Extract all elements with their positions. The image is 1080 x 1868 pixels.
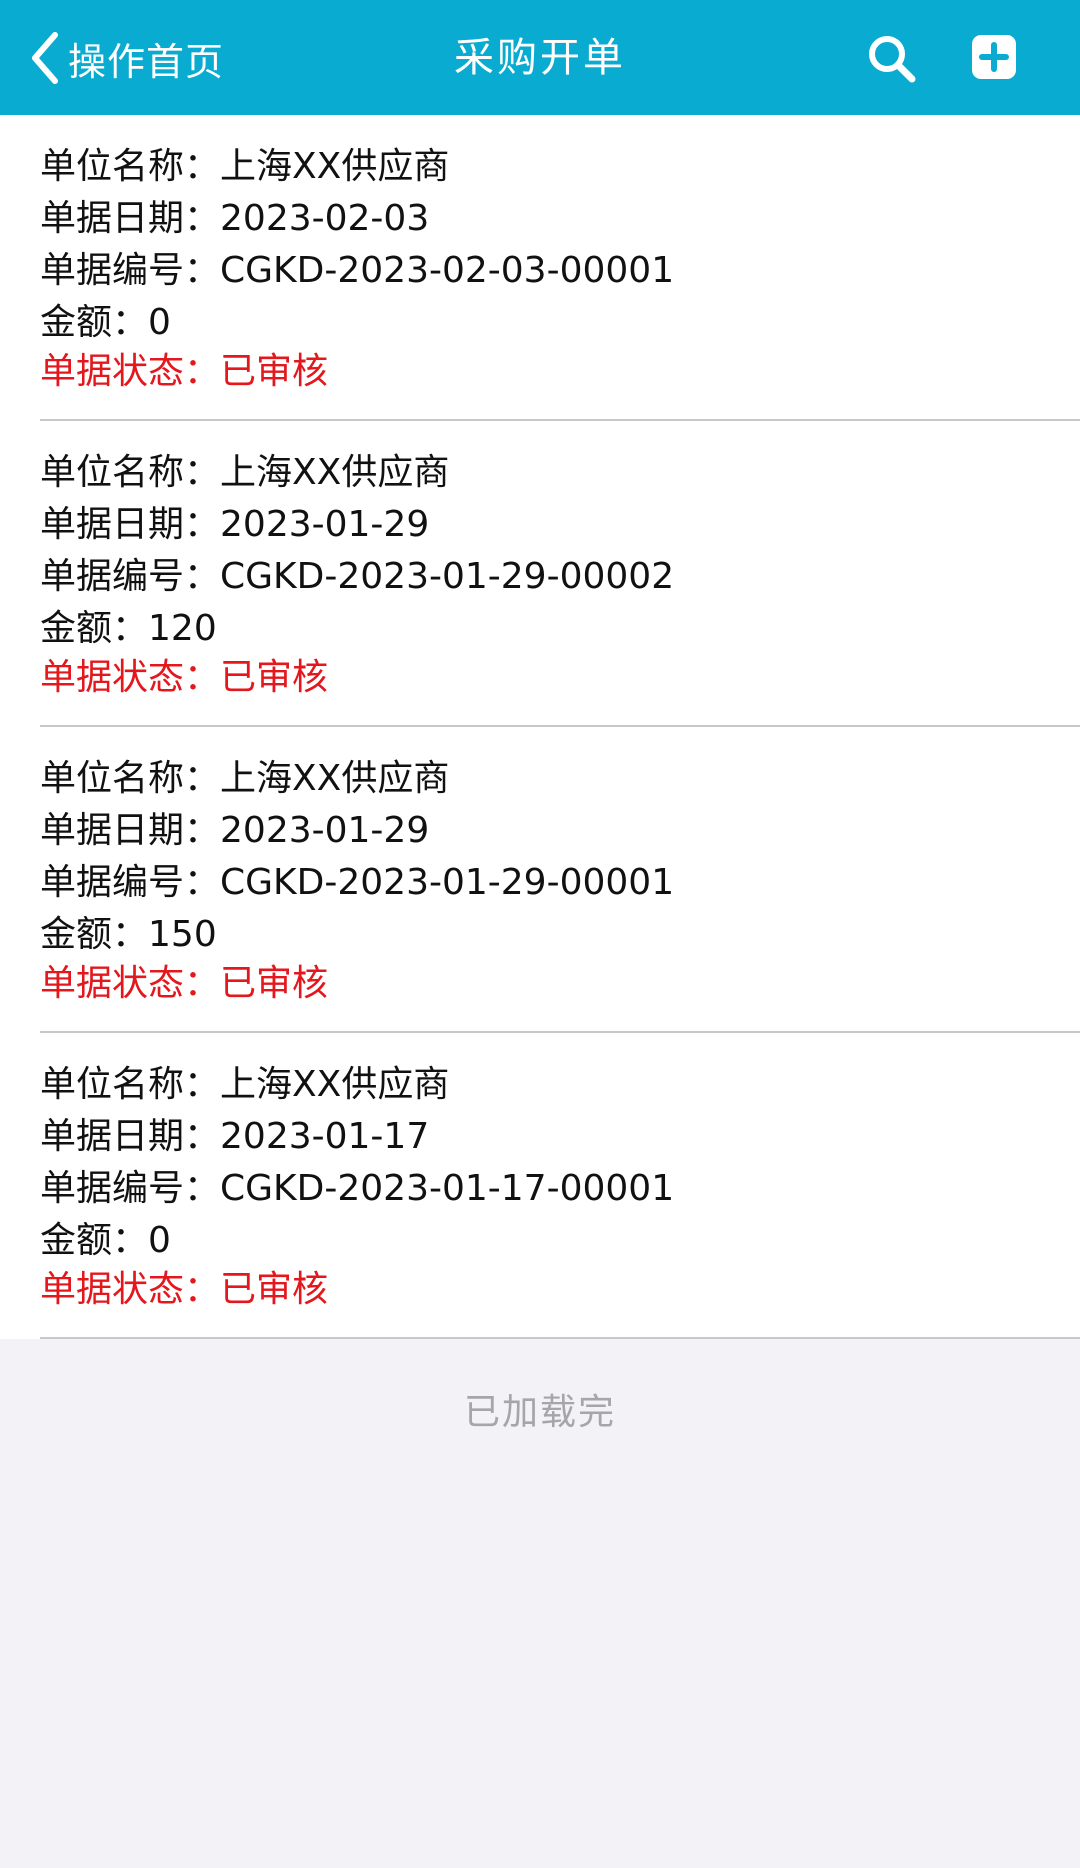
supplier-value: 上海XX供应商	[220, 452, 450, 493]
status-row: 单据状态：已审核	[40, 962, 328, 1006]
number-label: 单据编号：	[40, 862, 221, 903]
supplier-label: 单位名称：	[40, 452, 221, 493]
order-list: 单位名称：上海XX供应商 单据日期：2023-02-03 单据编号：CGKD-2…	[0, 115, 1080, 1339]
load-complete-text: 已加载完	[463, 1392, 616, 1433]
order-item[interactable]: 单位名称：上海XX供应商 单据日期：2023-01-29 单据编号：CGKD-2…	[0, 727, 1080, 1033]
supplier-label: 单位名称：	[40, 146, 221, 187]
amount-row: 金额：150	[40, 913, 217, 957]
amount-value: 150	[148, 914, 217, 955]
date-value: 2023-01-29	[220, 810, 430, 851]
back-button[interactable]: 操作首页	[30, 28, 224, 88]
date-row: 单据日期：2023-01-29	[40, 809, 429, 853]
status-value: 已审核	[220, 1269, 329, 1310]
number-label: 单据编号：	[40, 1168, 221, 1209]
supplier-row: 单位名称：上海XX供应商	[40, 145, 449, 189]
date-label: 单据日期：	[40, 504, 221, 545]
number-label: 单据编号：	[40, 556, 221, 597]
date-value: 2023-01-29	[220, 504, 430, 545]
order-item[interactable]: 单位名称：上海XX供应商 单据日期：2023-01-17 单据编号：CGKD-2…	[0, 1033, 1080, 1339]
order-item[interactable]: 单位名称：上海XX供应商 单据日期：2023-01-29 单据编号：CGKD-2…	[0, 421, 1080, 727]
number-value: CGKD-2023-01-29-00001	[220, 862, 675, 903]
amount-value: 0	[148, 1220, 171, 1261]
date-label: 单据日期：	[40, 810, 221, 851]
date-label: 单据日期：	[40, 1116, 221, 1157]
back-label: 操作首页	[68, 39, 225, 84]
supplier-value: 上海XX供应商	[220, 146, 450, 187]
status-row: 单据状态：已审核	[40, 656, 328, 700]
status-value: 已审核	[220, 963, 329, 1004]
number-value: CGKD-2023-01-17-00001	[220, 1168, 675, 1209]
chevron-left-icon	[30, 31, 60, 85]
status-row: 单据状态：已审核	[40, 350, 328, 394]
supplier-label: 单位名称：	[40, 758, 221, 799]
number-value: CGKD-2023-02-03-00001	[220, 250, 675, 291]
supplier-value: 上海XX供应商	[220, 1064, 450, 1105]
search-button[interactable]	[866, 33, 918, 85]
amount-label: 金额：	[40, 302, 149, 343]
supplier-value: 上海XX供应商	[220, 758, 450, 799]
status-row: 单据状态：已审核	[40, 1268, 328, 1312]
number-row: 单据编号：CGKD-2023-01-17-00001	[40, 1167, 674, 1211]
amount-value: 0	[148, 302, 171, 343]
status-label: 单据状态：	[40, 351, 221, 392]
status-label: 单据状态：	[40, 657, 221, 698]
number-value: CGKD-2023-01-29-00002	[220, 556, 675, 597]
date-row: 单据日期：2023-02-03	[40, 197, 429, 241]
date-label: 单据日期：	[40, 198, 221, 239]
supplier-row: 单位名称：上海XX供应商	[40, 1063, 449, 1107]
status-value: 已审核	[220, 351, 329, 392]
number-label: 单据编号：	[40, 250, 221, 291]
nav-bar: 操作首页 采购开单	[0, 0, 1080, 115]
order-item[interactable]: 单位名称：上海XX供应商 单据日期：2023-02-03 单据编号：CGKD-2…	[0, 115, 1080, 421]
amount-row: 金额：120	[40, 607, 217, 651]
date-value: 2023-01-17	[220, 1116, 430, 1157]
supplier-row: 单位名称：上海XX供应商	[40, 757, 449, 801]
date-value: 2023-02-03	[220, 198, 430, 239]
number-row: 单据编号：CGKD-2023-02-03-00001	[40, 249, 674, 293]
status-label: 单据状态：	[40, 963, 221, 1004]
amount-label: 金额：	[40, 1220, 149, 1261]
amount-row: 金额：0	[40, 301, 171, 345]
date-row: 单据日期：2023-01-17	[40, 1115, 429, 1159]
supplier-label: 单位名称：	[40, 1064, 221, 1105]
number-row: 单据编号：CGKD-2023-01-29-00002	[40, 555, 674, 599]
status-value: 已审核	[220, 657, 329, 698]
amount-value: 120	[148, 608, 217, 649]
amount-label: 金额：	[40, 914, 149, 955]
supplier-row: 单位名称：上海XX供应商	[40, 451, 449, 495]
add-icon	[970, 33, 1022, 81]
amount-label: 金额：	[40, 608, 149, 649]
date-row: 单据日期：2023-01-29	[40, 503, 429, 547]
amount-row: 金额：0	[40, 1219, 171, 1263]
number-row: 单据编号：CGKD-2023-01-29-00001	[40, 861, 674, 905]
search-icon	[866, 33, 918, 85]
add-button[interactable]	[970, 33, 1022, 85]
status-label: 单据状态：	[40, 1269, 221, 1310]
